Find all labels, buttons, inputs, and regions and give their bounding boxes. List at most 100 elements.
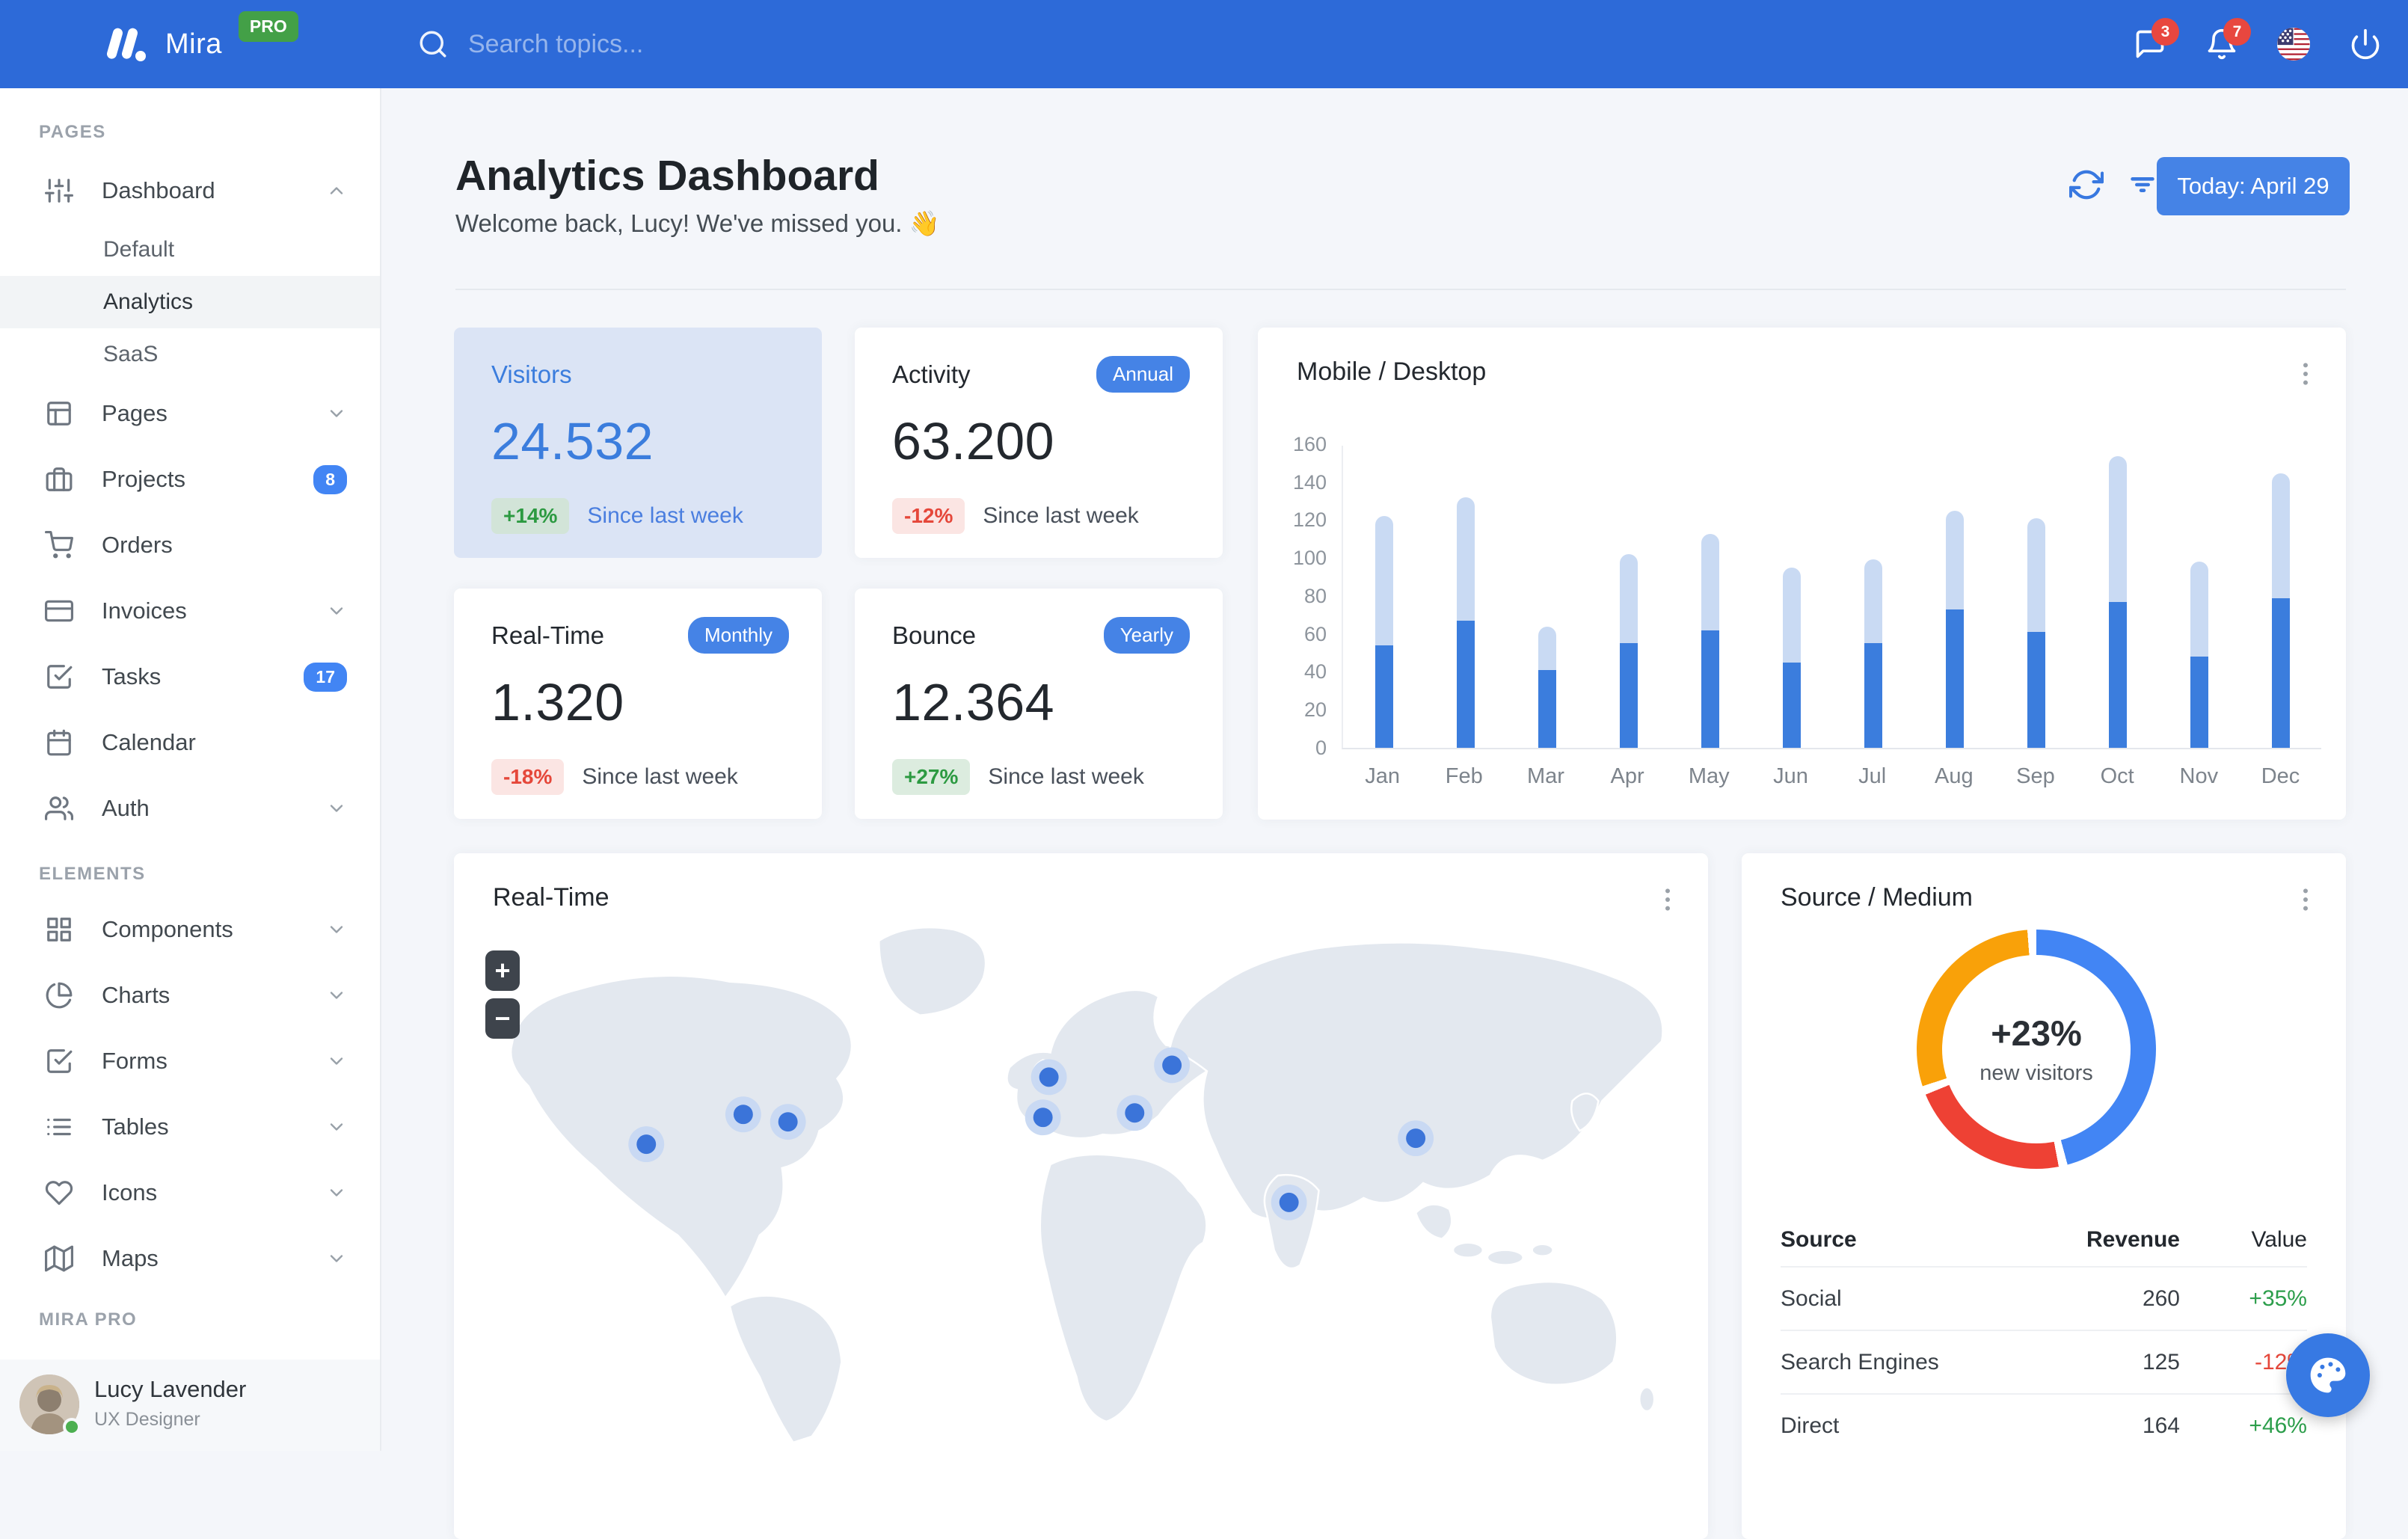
chevron-down-icon bbox=[326, 985, 347, 1006]
sidebar-item-invoices[interactable]: Invoices bbox=[0, 578, 380, 644]
list-icon bbox=[45, 1113, 73, 1141]
page-title: Analytics Dashboard bbox=[455, 151, 879, 200]
messages-button[interactable]: 3 bbox=[2133, 27, 2167, 61]
sidebar-item-pages[interactable]: Pages bbox=[0, 381, 380, 446]
sidebar-item-label: Projects bbox=[102, 466, 185, 493]
cell-source: Direct bbox=[1781, 1413, 2023, 1439]
sidebar-subitem-default[interactable]: Default bbox=[0, 224, 380, 276]
stat-period-badge[interactable]: Annual bbox=[1096, 356, 1190, 393]
theme-settings-fab[interactable] bbox=[2286, 1333, 2370, 1417]
filter-button[interactable] bbox=[2125, 168, 2160, 202]
sidebar-item-dashboard[interactable]: Dashboard bbox=[0, 158, 380, 224]
stat-value: 24.532 bbox=[491, 411, 654, 471]
map-marker[interactable] bbox=[734, 1105, 753, 1124]
mobile-desktop-chart-card: Mobile / Desktop 020406080100120140160 J… bbox=[1258, 328, 2346, 820]
map-marker[interactable] bbox=[778, 1112, 798, 1131]
today-button[interactable]: Today: April 29 bbox=[2157, 157, 2350, 215]
stat-card-activity: Activity Annual 63.200 -12% Since last w… bbox=[855, 328, 1223, 558]
sidebar-item-tasks[interactable]: Tasks17 bbox=[0, 644, 380, 710]
refresh-icon bbox=[2069, 168, 2104, 202]
search-input[interactable] bbox=[468, 30, 887, 59]
notifications-button[interactable]: 7 bbox=[2205, 27, 2239, 61]
col-revenue: Revenue bbox=[2023, 1227, 2180, 1253]
logout-button[interactable] bbox=[2348, 27, 2383, 61]
stat-delta-chip: +14% bbox=[491, 498, 569, 534]
map-marker[interactable] bbox=[1039, 1067, 1059, 1087]
sidebar-item-orders[interactable]: Orders bbox=[0, 512, 380, 578]
stat-value: 1.320 bbox=[491, 672, 624, 732]
y-tick-label: 0 bbox=[1315, 737, 1327, 760]
map-marker[interactable] bbox=[1406, 1128, 1425, 1148]
donut-center-value: +23% bbox=[1991, 1013, 2082, 1054]
grid-icon bbox=[45, 915, 73, 944]
cell-value: +46% bbox=[2180, 1413, 2307, 1439]
refresh-button[interactable] bbox=[2069, 168, 2104, 202]
map-zoom-out-button[interactable]: − bbox=[485, 998, 520, 1039]
filter-icon bbox=[2125, 168, 2160, 202]
sidebar-item-projects[interactable]: Projects8 bbox=[0, 446, 380, 512]
sidebar-subitem-saas[interactable]: SaaS bbox=[0, 328, 380, 381]
map-marker[interactable] bbox=[1162, 1055, 1182, 1075]
mira-logo-icon bbox=[99, 25, 149, 63]
map-marker[interactable] bbox=[1280, 1193, 1299, 1212]
stacked-bar-jul bbox=[1864, 559, 1882, 748]
sidebar-section-label: PAGES bbox=[39, 122, 380, 144]
sidebar-item-calendar[interactable]: Calendar bbox=[0, 710, 380, 775]
chevron-down-icon bbox=[326, 919, 347, 940]
stat-title: Visitors bbox=[491, 360, 572, 389]
stat-period-badge[interactable]: Yearly bbox=[1104, 617, 1190, 654]
x-tick-label: Jan bbox=[1342, 764, 1423, 789]
sidebar-user[interactable]: Lucy Lavender UX Designer bbox=[0, 1360, 380, 1451]
sidebar-item-charts[interactable]: Charts bbox=[0, 962, 380, 1028]
stacked-bar-dec bbox=[2272, 473, 2290, 748]
chevron-up-icon bbox=[326, 180, 347, 201]
search-icon bbox=[417, 28, 449, 60]
x-tick-label: Apr bbox=[1587, 764, 1668, 789]
palette-icon bbox=[2307, 1354, 2349, 1396]
sidebar-section-label: ELEMENTS bbox=[39, 864, 380, 886]
donut-center: +23% new visitors bbox=[1917, 930, 2156, 1169]
map-marker[interactable] bbox=[1125, 1103, 1144, 1122]
language-button[interactable] bbox=[2276, 27, 2311, 61]
brand-name: Mira bbox=[165, 28, 222, 61]
sidebar-item-tables[interactable]: Tables bbox=[0, 1094, 380, 1160]
map-zoom-in-button[interactable]: + bbox=[485, 950, 520, 991]
sidebar-item-maps[interactable]: Maps bbox=[0, 1226, 380, 1291]
map-marker[interactable] bbox=[636, 1134, 656, 1154]
map-marker[interactable] bbox=[1033, 1108, 1053, 1127]
top-navbar: Mira PRO 3 7 bbox=[0, 0, 2408, 88]
world-map bbox=[460, 898, 1698, 1443]
stat-delta-chip: +27% bbox=[892, 759, 970, 795]
y-tick-label: 40 bbox=[1304, 660, 1327, 684]
x-tick-label: Dec bbox=[2240, 764, 2321, 789]
col-source: Source bbox=[1781, 1227, 2023, 1253]
chevron-down-icon bbox=[326, 600, 347, 621]
bar-chart-plot bbox=[1342, 446, 2321, 749]
user-name: Lucy Lavender bbox=[94, 1376, 246, 1403]
table-row-search-engines: Search Engines125-12% bbox=[1781, 1330, 2307, 1393]
stacked-bar-feb bbox=[1457, 497, 1475, 748]
notifications-count-badge: 7 bbox=[2223, 18, 2251, 46]
sidebar-item-icons[interactable]: Icons bbox=[0, 1160, 380, 1226]
y-tick-label: 120 bbox=[1293, 509, 1327, 532]
stacked-bar-may bbox=[1701, 534, 1719, 748]
y-tick-label: 160 bbox=[1293, 433, 1327, 456]
check-square-icon bbox=[45, 1047, 73, 1075]
sidebar-item-auth[interactable]: Auth bbox=[0, 775, 380, 841]
navbar-search[interactable] bbox=[417, 0, 887, 88]
sidebar-item-components[interactable]: Components bbox=[0, 897, 380, 962]
sidebar-item-label: Orders bbox=[102, 532, 173, 559]
stat-caption: Since last week bbox=[983, 503, 1138, 529]
briefcase-icon bbox=[45, 465, 73, 494]
stat-period-badge[interactable]: Monthly bbox=[688, 617, 789, 654]
sidebar-item-forms[interactable]: Forms bbox=[0, 1028, 380, 1094]
stacked-bar-jun bbox=[1783, 568, 1801, 748]
stat-delta-chip: -12% bbox=[892, 498, 965, 534]
chart-menu-button[interactable] bbox=[2291, 359, 2321, 389]
sidebar-subitem-analytics[interactable]: Analytics bbox=[0, 276, 380, 328]
source-medium-menu-button[interactable] bbox=[2291, 885, 2321, 915]
pie-chart-icon bbox=[45, 981, 73, 1010]
brand[interactable]: Mira PRO bbox=[99, 0, 298, 88]
sliders-icon bbox=[45, 176, 73, 205]
sidebar-count-badge: 17 bbox=[304, 663, 347, 692]
